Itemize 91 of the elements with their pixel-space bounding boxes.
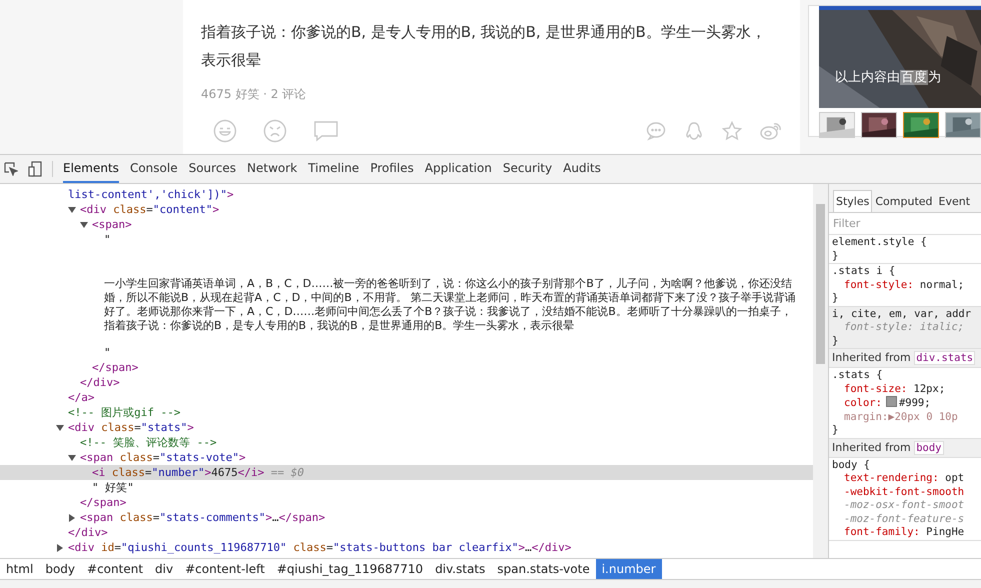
breadcrumb[interactable]: #content [81,559,150,579]
breadcrumb[interactable]: i.number [596,559,662,579]
pane-tab[interactable]: Event [936,190,974,212]
dom-node-text: <span class="stats-comments">…</span> [80,510,326,525]
device-icon[interactable] [28,161,42,177]
css-property[interactable]: font-style: normal; [832,278,978,292]
collapsed-arrow-icon[interactable] [68,514,76,522]
breadcrumb[interactable]: #content-left [179,559,271,579]
breadcrumb[interactable]: #qiushi_tag_119687710 [270,559,430,579]
inspect-icon[interactable] [4,162,18,176]
dom-node-text: " [104,232,111,247]
closing-brace: } [832,250,840,263]
thumbnail[interactable] [861,112,897,138]
closing-tag: </span> [92,360,138,375]
dom-node-row[interactable]: <!-- 图片或gif --> [0,405,813,420]
expanded-arrow-icon[interactable] [56,424,64,432]
dom-node-text: " 好笑" [92,480,134,495]
panel-tab[interactable]: Elements [63,155,119,183]
dom-node-row[interactable]: " [0,345,813,360]
dom-node-row[interactable]: list-content','chick'])"> [0,187,813,202]
color-swatch[interactable] [886,396,897,407]
story-text: 一小学生回家背诵英语单词，A，B，C，D……被一旁的爸爸听到了，说：你这么小的孩子别背那个B了，儿子问，为啥啊？他爹说，你还没结婚，所以不能说B，从现在起背A，C，D，中间的B，不用背。 第二天课堂上老师问，昨天布置的背诵英语单词都背下来了没？孩子举手说背诵好了。老师说那你来背一下，A，C，D……老师问中间怎么丢了个B？孩子说：我爹说了，没结婚不能说B。老师听了十分暴躁叭的一拍桌子，指着孩子说：你爹说的B，是专人专用的B，我说的B，是世界通用的B。学生一头雾水，表示很晕 [104,276,796,334]
dom-node-text: <i class="number">4675</i> == $0 [92,465,304,480]
panel-tab[interactable]: Console [130,155,178,183]
ad-label: 以上内容由百度为 [835,69,941,86]
dom-node-row[interactable]: <i class="number">4675</i> == $0 [0,465,813,480]
dom-node-row[interactable]: <span class="stats-comments">…</span> [0,510,813,525]
closing-tag: </a> [68,390,94,405]
dom-node-row[interactable]: <!-- 笑脸、评论数等 --> [0,435,813,450]
dom-node-row[interactable]: <span> [0,217,813,232]
css-property[interactable]: text-rendering: opt [832,472,978,486]
pane-tab[interactable]: Styles [833,190,872,212]
expanded-arrow-icon[interactable] [68,206,76,214]
thumbnail[interactable] [819,112,855,138]
star-icon[interactable] [722,121,742,141]
breadcrumb[interactable]: body [39,559,82,579]
thumbnail[interactable] [903,112,939,138]
dom-node-text: list-content','chick'])"> [68,187,234,202]
css-selector: i, cite, em, var, addr [832,308,972,321]
dom-node-row[interactable]: " [0,232,813,247]
panel-tab[interactable]: Timeline [308,155,360,183]
inherited-label: Inherited from [832,351,911,364]
panel-tab[interactable]: Application [424,155,492,183]
panel-tab[interactable]: Security [502,155,552,183]
inherited-source-link[interactable]: body [914,440,944,454]
dom-node-text: <span> [92,217,132,232]
css-selector: .stats { [832,369,884,382]
closing-tag: </div> [80,375,120,390]
dom-node-row[interactable]: <span class="stats-vote"> [0,450,813,465]
closing-tag: </div> [68,525,108,540]
breadcrumb[interactable]: span.stats-vote [491,559,596,579]
panel-tab[interactable]: Network [247,155,298,183]
panel-tab[interactable]: Sources [188,155,236,183]
css-property[interactable]: font-size: 12px; [832,382,978,396]
expanded-arrow-icon[interactable] [68,454,76,462]
css-property[interactable]: -webkit-font-smooth [832,486,978,499]
inherited-source-link[interactable]: div.stats [914,351,976,365]
html-comment: <!-- 笑脸、评论数等 --> [80,435,217,450]
dom-node-row[interactable]: " 好笑" [0,480,813,495]
inherited-label: Inherited from [832,440,911,454]
dom-node-row[interactable]: <div id="qiushi_counts_119687710" class="stats-buttons bar clearfix">…</div> [0,540,813,555]
panel-tab[interactable]: Audits [563,155,601,183]
dom-node-text: <div id="qiushi_counts_119687710" class="stats-buttons bar clearfix">…</div> [68,540,572,555]
dom-node-text: <span class="stats-vote"> [80,450,246,465]
article-text: 表示很晕 [200,50,262,71]
css-selector: body { [832,458,871,472]
stats-text: 4675 好笑 · 2 评论 [200,86,308,103]
css-property[interactable]: color: #999; [832,396,978,410]
css-selector: element.style { [832,236,928,250]
article-text: 指着孩子说：你爹说的B, 是专人专用的B, 我说的B, 是世界通用的B。学生一头雾水， [200,22,767,43]
dom-node-row[interactable]: <div class="stats"> [0,420,813,435]
breadcrumb[interactable]: div [149,559,180,579]
dom-node-text: <div class="content"> [80,202,220,217]
closing-brace: } [832,292,840,306]
closing-brace: } [832,334,840,348]
scrollbar[interactable] [813,184,828,558]
collapsed-arrow-icon[interactable] [56,544,64,552]
expanded-arrow-icon[interactable] [80,220,88,228]
css-selector: .stats i { [832,265,896,278]
dom-node-row[interactable]: <div class="content"> [0,202,813,217]
dom-node-text: " [104,345,111,360]
closing-brace: } [832,424,840,438]
panel-tab[interactable]: Profiles [370,155,414,183]
html-comment: <!-- 图片或gif --> [68,405,180,420]
breadcrumb[interactable]: div.stats [429,559,492,579]
closing-tag: </span> [80,495,126,510]
thumbnail[interactable] [945,112,981,138]
pane-tab[interactable]: Computed [872,190,936,212]
breadcrumb[interactable]: html [0,559,40,579]
dom-node-text: <div class="stats"> [68,420,194,435]
css-property[interactable]: font-family: PingHe [832,526,978,540]
